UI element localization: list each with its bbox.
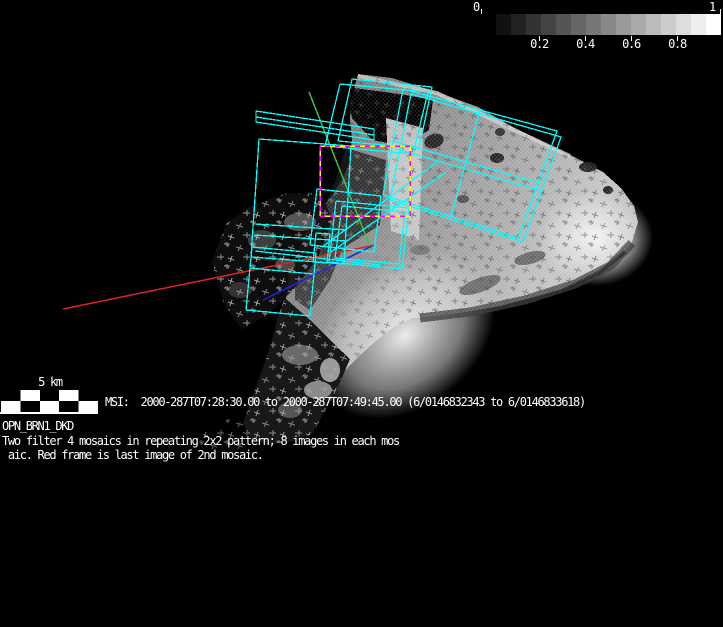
colorbar-tick-label: 0.2: [530, 37, 549, 51]
colorbar-max-label: 1: [709, 0, 716, 14]
msi-sequence-viewer: 0 1 0.2 0.4 0.6 0.8 5 km MSI: 2000-287T0…: [0, 0, 723, 627]
colorbar-tick-label: 0.8: [668, 37, 687, 51]
asteroid-3d-view[interactable]: [0, 0, 723, 627]
colorbar: 0 1 0.2 0.4 0.6 0.8: [470, 0, 723, 58]
scale-bar: 5 km: [0, 376, 110, 416]
colorbar-gradient: [481, 14, 721, 35]
caption-line-1: Two filter 4 mosaics in repeating 2x2 pa…: [2, 434, 400, 448]
colorbar-tick-label: 0.4: [576, 37, 595, 51]
scale-bar-baseline: [0, 412, 98, 414]
sequence-name-label: OPN_BRN1_DKD: [2, 419, 74, 433]
scale-bar-checker-row: [1, 401, 98, 412]
scale-bar-label: 5 km: [38, 375, 63, 389]
colorbar-tick-label: 0.6: [622, 37, 641, 51]
scale-bar-checker-row: [1, 390, 98, 401]
caption-line-2: aic. Red frame is last image of 2nd mosa…: [2, 448, 264, 462]
observation-time-status: MSI: 2000-287T07:28:30.00 to 2000-287T07…: [105, 395, 586, 409]
colorbar-min-label: 0: [473, 0, 480, 14]
